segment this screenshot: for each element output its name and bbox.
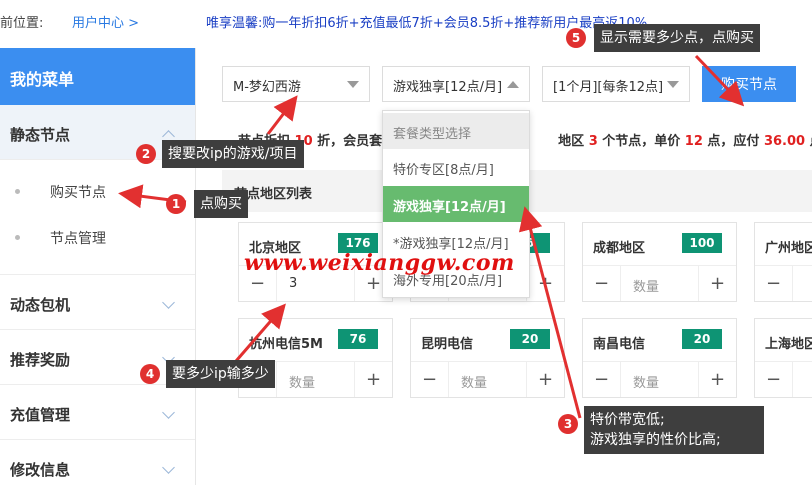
region-card: 昆明电信 20 − 数量 + [410, 318, 565, 398]
region-card: 上海地区 − [754, 318, 812, 398]
region-name: 成都地区 [593, 241, 646, 256]
quantity-stepper: − [755, 361, 812, 397]
annotation-number-1: 1 [166, 194, 186, 214]
static-nodes-submenu: 购买节点 节点管理 [0, 160, 195, 275]
plan-type-select-value: 游戏独享[12点/月] [393, 80, 503, 95]
summary-text: 点 [805, 134, 812, 149]
region-name: 南昌电信 [593, 337, 646, 352]
region-name: 上海地区 [765, 337, 812, 352]
summary-text: 点，应付 [702, 134, 764, 149]
sidebar-group-label: 修改信息 [10, 461, 71, 479]
annotation-number-4: 4 [140, 364, 160, 384]
minus-button[interactable]: − [583, 266, 621, 301]
minus-button[interactable]: − [411, 362, 449, 397]
summary-total: 36.00 [763, 134, 806, 149]
region-card: 成都地区 100 − 数量 + [582, 222, 737, 302]
quantity-stepper: − 数量 + [583, 265, 736, 301]
watermark: www.weixianggw.com [244, 250, 515, 276]
summary-text: 地区 [558, 134, 589, 149]
summary-price: 12 [684, 134, 703, 149]
region-name: 杭州电信5M [249, 337, 323, 352]
promo-notice: 唯享温馨:购一年折扣6折+充值最低7折+会员8.5折+推荐新用户最高返10% [206, 16, 648, 31]
quantity-input[interactable]: 3 [289, 276, 297, 291]
node-count-badge: 100 [682, 233, 722, 253]
plus-button[interactable]: + [526, 266, 564, 301]
game-select[interactable]: M-梦幻西游 [222, 66, 370, 102]
summary-text: 折，会员套 [312, 134, 383, 149]
plus-button[interactable]: + [354, 362, 392, 397]
dropdown-option[interactable]: 特价专区[8点/月] [383, 149, 529, 185]
annotation-number-2: 2 [136, 144, 156, 164]
annotation-3-line1: 特价带宽低; [590, 412, 665, 428]
bullet-icon [15, 189, 20, 194]
plus-button[interactable]: + [698, 266, 736, 301]
annotation-1: 点购买 [194, 190, 248, 218]
sidebar-title: 我的菜单 [0, 48, 195, 105]
sidebar-group-label: 静态节点 [10, 126, 71, 144]
sidebar-group-dynamic[interactable]: 动态包机 [0, 275, 195, 330]
chevron-down-icon [162, 406, 175, 419]
dropdown-option-selected[interactable]: 游戏独享[12点/月] [383, 186, 529, 222]
annotation-3-line2: 游戏独享的性价比高; [590, 432, 721, 448]
quantity-input[interactable]: 数量 [289, 372, 315, 391]
annotation-2: 搜要改ip的游戏/项目 [162, 140, 304, 168]
period-select-value: [1个月][每条12点] [553, 80, 664, 95]
sidebar-group-label: 动态包机 [10, 296, 71, 314]
quantity-input[interactable]: 数量 [633, 372, 659, 391]
summary-text: 个节点，单价 [597, 134, 685, 149]
breadcrumb-label: 前位置: [0, 16, 44, 31]
quantity-input[interactable]: 数量 [633, 276, 659, 295]
region-card: 广州地区 − [754, 222, 812, 302]
annotation-4: 要多少ip输多少 [166, 360, 275, 388]
annotation-3: 特价带宽低; 游戏独享的性价比高; [584, 406, 764, 454]
minus-button[interactable]: − [583, 362, 621, 397]
region-card: 南昌电信 20 − 数量 + [582, 318, 737, 398]
plan-type-select[interactable]: 游戏独享[12点/月] [382, 66, 530, 102]
chevron-down-icon [162, 296, 175, 309]
quantity-input[interactable]: 数量 [461, 372, 487, 391]
sidebar-group-label: 充值管理 [10, 406, 71, 424]
sidebar-item-manage-nodes[interactable]: 节点管理 [0, 214, 195, 260]
summary-count: 3 [588, 134, 598, 149]
buy-nodes-button[interactable]: 购买节点 [702, 66, 796, 102]
node-count-badge: 20 [682, 329, 722, 349]
sidebar-item-label: 购买节点 [50, 185, 106, 201]
sidebar-group-label: 推荐奖励 [10, 351, 71, 369]
sidebar-item-label: 节点管理 [50, 231, 106, 247]
caret-down-icon [347, 81, 359, 88]
region-name: 广州地区 [765, 241, 812, 256]
quantity-stepper: − [755, 265, 812, 301]
plus-button[interactable]: + [698, 362, 736, 397]
quantity-stepper: − 数量 + [411, 361, 564, 397]
caret-up-icon [507, 81, 519, 88]
period-select[interactable]: [1个月][每条12点] [542, 66, 690, 102]
node-count-badge: 20 [510, 329, 550, 349]
quantity-stepper: − 数量 + [583, 361, 736, 397]
plus-button[interactable]: + [526, 362, 564, 397]
node-count-badge: 76 [338, 329, 378, 349]
annotation-number-3: 3 [558, 414, 578, 434]
page: 前位置: 用户中心 > 唯享温馨:购一年折扣6折+充值最低7折+会员8.5折+推… [0, 0, 812, 485]
region-name: 昆明电信 [421, 337, 474, 352]
caret-down-icon [667, 81, 679, 88]
arrow-2 [266, 95, 298, 135]
game-select-value: M-梦幻西游 [233, 80, 301, 95]
chevron-down-icon [162, 461, 175, 474]
sidebar-group-profile[interactable]: 修改信息 [0, 440, 195, 485]
minus-button[interactable]: − [755, 362, 793, 397]
dropdown-option-header: 套餐类型选择 [383, 113, 529, 149]
sidebar: 我的菜单 静态节点 购买节点 节点管理 动态包机 推荐奖励 充值管理 修改信息 [0, 48, 196, 485]
annotation-5: 显示需要多少点，点购买 [594, 24, 760, 52]
annotation-number-5: 5 [566, 28, 586, 48]
bullet-icon [15, 235, 20, 240]
minus-button[interactable]: − [755, 266, 793, 301]
sidebar-group-recharge[interactable]: 充值管理 [0, 385, 195, 440]
breadcrumb-user-center-link[interactable]: 用户中心 > [72, 12, 139, 31]
